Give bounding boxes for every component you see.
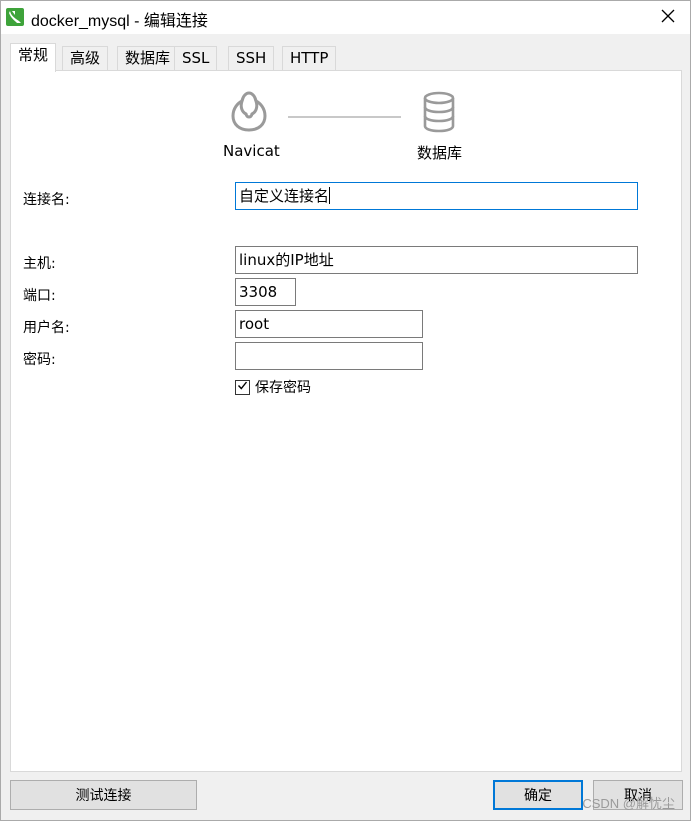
tab-http[interactable]: HTTP [282, 46, 337, 71]
connection-name-value: 自定义连接名 [239, 187, 330, 205]
connection-name-label: 连接名: [23, 192, 70, 208]
database-icon [422, 91, 456, 137]
tab-general[interactable]: 常规 [10, 43, 57, 72]
username-label: 用户名: [23, 320, 70, 336]
tab-databases[interactable]: 数据库 [117, 46, 179, 71]
host-label: 主机: [23, 256, 56, 272]
tab-ssl[interactable]: SSL [174, 46, 218, 71]
general-tab-panel: Navicat 数据库 连接名: 自定义连接名 主机: linux的IP地址 端… [10, 70, 682, 772]
port-input[interactable]: 3308 [235, 278, 296, 306]
text-caret [329, 187, 331, 204]
watermark: CSDN @解忧尘 [582, 796, 675, 811]
tab-strip: 常规 高级 数据库 SSL SSH HTTP [10, 43, 690, 72]
password-input[interactable] [235, 342, 423, 370]
port-label: 端口: [23, 288, 56, 304]
username-input[interactable]: root [235, 310, 423, 338]
connection-name-input[interactable]: 自定义连接名 [235, 182, 638, 210]
database-label: 数据库 [417, 144, 463, 162]
test-connection-button[interactable]: 测试连接 [10, 780, 197, 810]
tab-ssh[interactable]: SSH [228, 46, 275, 71]
save-password-label: 保存密码 [255, 380, 311, 396]
close-icon [661, 9, 675, 27]
checkmark-icon [237, 379, 248, 395]
connection-line [288, 116, 401, 118]
navicat-logo-icon [227, 90, 271, 138]
navicat-label: Navicat [223, 142, 280, 160]
title-bar[interactable]: docker_mysql - 编辑连接 [1, 1, 690, 34]
tab-advanced[interactable]: 高级 [62, 46, 109, 71]
save-password-checkbox[interactable] [235, 379, 250, 395]
password-label: 密码: [23, 352, 56, 368]
ok-button[interactable]: 确定 [493, 780, 583, 810]
navicat-icon [6, 8, 24, 26]
window-title: docker_mysql - 编辑连接 [31, 13, 208, 30]
save-password-option[interactable]: 保存密码 [235, 378, 311, 396]
edit-connection-dialog: docker_mysql - 编辑连接 常规 高级 数据库 SSL SSH HT… [0, 0, 691, 821]
host-input[interactable]: linux的IP地址 [235, 246, 638, 274]
close-button[interactable] [646, 1, 690, 34]
